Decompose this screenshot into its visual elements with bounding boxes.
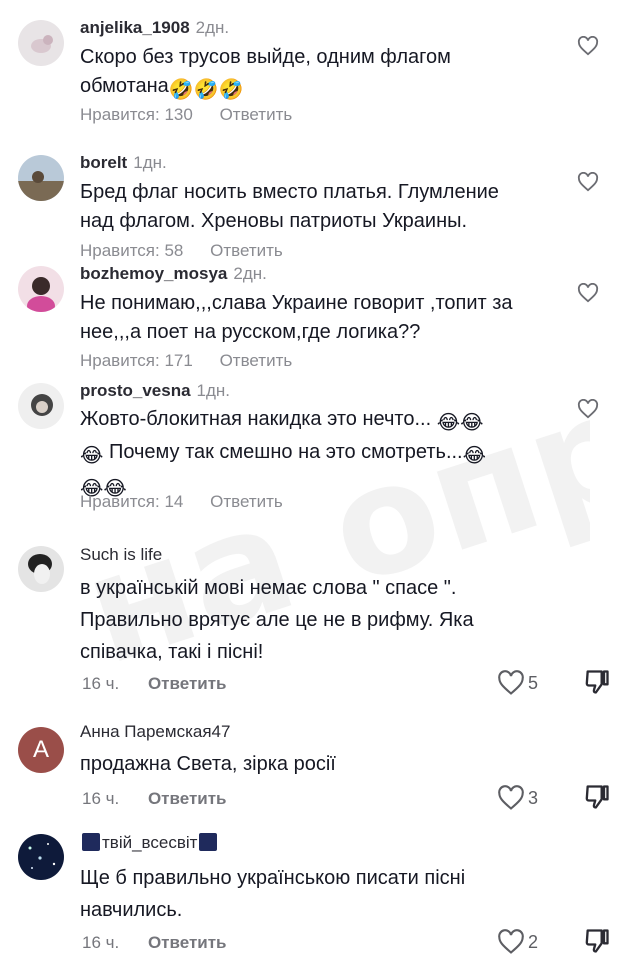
comment-meta: 16 ч. Ответить (82, 933, 227, 953)
dislike-icon[interactable] (583, 783, 611, 811)
like-heart-icon[interactable] (577, 283, 599, 303)
reply-button[interactable]: Ответить (220, 105, 293, 124)
comment-username[interactable]: bozhemoy_mosya 2дн. (80, 264, 267, 284)
laughing-emoji-icon: 😂 (462, 445, 486, 467)
avatar[interactable] (18, 546, 64, 592)
likes-label: Нравится: 14 (80, 492, 184, 511)
comment-text: Скоро без трусов выйде, одним флагом обм… (80, 43, 451, 105)
galaxy-emoji-icon (199, 833, 218, 851)
reply-button[interactable]: Ответить (210, 492, 283, 511)
likes-label: Нравится: 58 (80, 241, 184, 260)
likes-label: Нравится: 130 (80, 105, 193, 124)
dislike-icon[interactable] (583, 668, 611, 696)
reply-button[interactable]: Ответить (148, 674, 227, 693)
comment-text: в українській мові немає слова " спасе "… (80, 577, 474, 663)
comment-text: Не понимаю,,,слава Украине говорит ,топи… (80, 292, 513, 343)
comment-text: Ще б правильно українською писати пісні … (80, 867, 466, 921)
comment-text: Бред флаг носить вместо платья. Глумлени… (80, 181, 499, 232)
like-heart-icon[interactable] (577, 399, 599, 419)
avatar[interactable] (18, 20, 64, 66)
reply-button[interactable]: Ответить (148, 933, 227, 952)
avatar[interactable] (18, 834, 64, 880)
reply-button[interactable]: Ответить (210, 241, 283, 260)
comment-meta: Нравится: 58 Ответить (80, 241, 283, 261)
comment-meta: 16 ч. Ответить (82, 674, 227, 694)
comment-time: 2дн. (233, 264, 267, 283)
like-count: 3 (528, 788, 539, 808)
like-count: 5 (528, 673, 539, 693)
dislike-icon[interactable] (583, 927, 611, 955)
comment-username[interactable]: твій_всесвіт (80, 833, 219, 853)
galaxy-emoji-icon (82, 833, 100, 851)
comment-text: Жовто-блокитная накидка это нечто... 😂😂 … (80, 405, 486, 504)
laughing-emoji-icon: 😂😂 (436, 412, 484, 434)
comment-meta: Нравится: 130 Ответить (80, 105, 292, 125)
like-heart-icon[interactable] (497, 929, 525, 955)
laughing-emoji-icon: 😂 (80, 445, 104, 467)
avatar[interactable] (18, 155, 64, 201)
comment-username[interactable]: borelt 1дн. (80, 153, 167, 173)
like-heart-icon[interactable] (497, 670, 525, 696)
comment-meta: Нравится: 14 Ответить (80, 492, 283, 512)
comment-username[interactable]: anjelika_1908 2дн. (80, 18, 229, 38)
comment-text: продажна Света, зірка росії (80, 753, 336, 775)
reply-button[interactable]: Ответить (148, 789, 227, 808)
comment-time: 1дн. (133, 153, 167, 172)
comment-time: 16 ч. (82, 933, 120, 952)
like-heart-icon[interactable] (577, 36, 599, 56)
rofl-emoji-icon: 🤣🤣🤣 (168, 79, 244, 101)
comment-meta: 16 ч. Ответить (82, 789, 227, 809)
comment-time: 2дн. (195, 18, 230, 37)
avatar[interactable]: A (18, 727, 64, 773)
likes-label: Нравится: 171 (80, 351, 193, 370)
comment-username[interactable]: Анна Паремская47 (80, 722, 230, 742)
comment-time: 16 ч. (82, 674, 120, 693)
like-count: 2 (528, 932, 539, 952)
avatar[interactable] (18, 383, 64, 429)
comment-username[interactable]: prosto_vesna 1дн. (80, 381, 230, 401)
avatar[interactable] (18, 266, 64, 312)
comment-username[interactable]: Such is life (80, 545, 162, 565)
comment-time: 1дн. (196, 381, 231, 400)
comment-time: 16 ч. (82, 789, 120, 808)
like-heart-icon[interactable] (577, 172, 599, 192)
reply-button[interactable]: Ответить (220, 351, 293, 370)
like-heart-icon[interactable] (497, 785, 525, 811)
comment-meta: Нравится: 171 Ответить (80, 351, 292, 371)
